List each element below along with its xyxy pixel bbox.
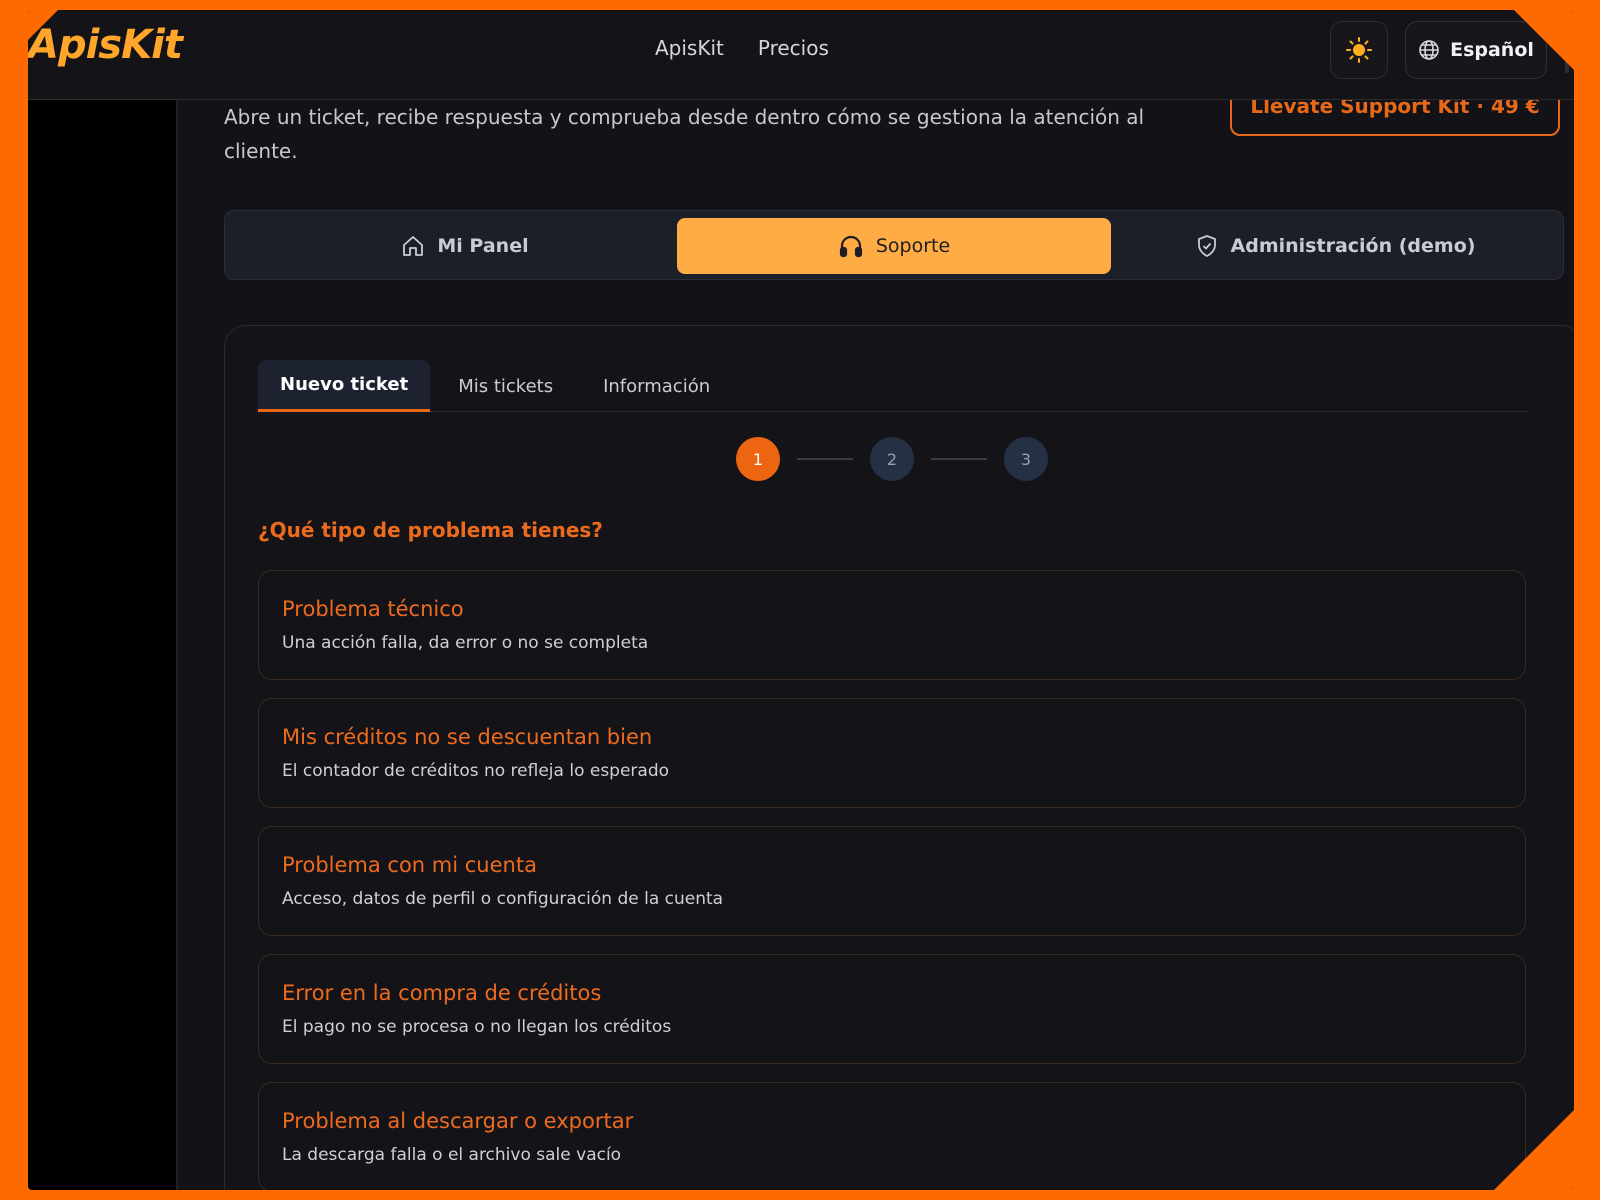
option-compra[interactable]: Error en la compra de créditos El pago n… bbox=[258, 954, 1526, 1064]
section-tabs: Mi Panel Soporte Administración (demo) bbox=[224, 210, 1564, 280]
left-sidebar bbox=[28, 100, 178, 1190]
question-heading: ¿Qué tipo de problema tienes? bbox=[258, 518, 603, 542]
tab-mis-tickets[interactable]: Mis tickets bbox=[436, 360, 575, 412]
top-bar: ApisKit ApisKit Precios Español bbox=[28, 10, 1574, 100]
headphones-icon bbox=[839, 235, 862, 258]
tab-label: Administración (demo) bbox=[1230, 235, 1476, 257]
option-descarga[interactable]: Problema al descargar o exportar La desc… bbox=[258, 1082, 1526, 1190]
tab-label: Mi Panel bbox=[437, 235, 529, 257]
tab-soporte[interactable]: Soporte bbox=[677, 218, 1111, 274]
option-description: Acceso, datos de perfil o configuración … bbox=[282, 889, 724, 909]
theme-toggle-button[interactable] bbox=[1330, 21, 1388, 79]
option-title: Problema con mi cuenta bbox=[282, 853, 537, 877]
home-icon bbox=[403, 236, 424, 256]
step-connector bbox=[931, 458, 987, 460]
globe-icon bbox=[1419, 40, 1439, 60]
step-3: 3 bbox=[1004, 437, 1048, 481]
step-2: 2 bbox=[870, 437, 914, 481]
tab-label: Soporte bbox=[875, 235, 951, 257]
support-card: Nuevo ticket Mis tickets Información 1 2… bbox=[224, 325, 1574, 1190]
option-description: El pago no se procesa o no llegan los cr… bbox=[282, 1017, 672, 1037]
step-connector bbox=[797, 458, 853, 460]
option-title: Error en la compra de créditos bbox=[282, 981, 602, 1005]
option-problema-tecnico[interactable]: Problema técnico Una acción falla, da er… bbox=[258, 570, 1526, 680]
option-title: Problema técnico bbox=[282, 597, 464, 621]
ticket-tabs: Nuevo ticket Mis tickets Información bbox=[258, 360, 1528, 412]
option-cuenta[interactable]: Problema con mi cuenta Acceso, datos de … bbox=[258, 826, 1526, 936]
tab-nuevo-ticket[interactable]: Nuevo ticket bbox=[258, 360, 431, 412]
nav-link-apiskit[interactable]: ApisKit bbox=[655, 36, 724, 60]
nav-link-precios[interactable]: Precios bbox=[758, 36, 829, 60]
tab-mi-panel[interactable]: Mi Panel bbox=[315, 218, 615, 274]
option-description: La descarga falla o el archivo sale vací… bbox=[282, 1145, 622, 1165]
main-nav: ApisKit Precios bbox=[655, 36, 829, 60]
frame-corner bbox=[28, 10, 58, 40]
step-1: 1 bbox=[736, 437, 780, 481]
tab-informacion[interactable]: Información bbox=[581, 360, 732, 412]
frame-corner bbox=[1514, 10, 1574, 70]
frame-corner bbox=[1494, 1110, 1574, 1190]
intro-text: Abre un ticket, recibe respuesta y compr… bbox=[224, 105, 1145, 163]
option-creditos[interactable]: Mis créditos no se descuentan bien El co… bbox=[258, 698, 1526, 808]
option-description: El contador de créditos no refleja lo es… bbox=[282, 761, 670, 781]
sun-icon bbox=[1346, 37, 1372, 63]
option-title: Problema al descargar o exportar bbox=[282, 1109, 634, 1133]
tab-administracion[interactable]: Administración (demo) bbox=[1185, 218, 1485, 274]
stepper: 1 2 3 bbox=[736, 437, 1048, 481]
option-description: Una acción falla, da error o no se compl… bbox=[282, 633, 649, 653]
app-window: ApisKit ApisKit Precios Español Llévate … bbox=[28, 10, 1574, 1190]
option-title: Mis créditos no se descuentan bien bbox=[282, 725, 653, 749]
shield-check-icon bbox=[1197, 235, 1216, 257]
